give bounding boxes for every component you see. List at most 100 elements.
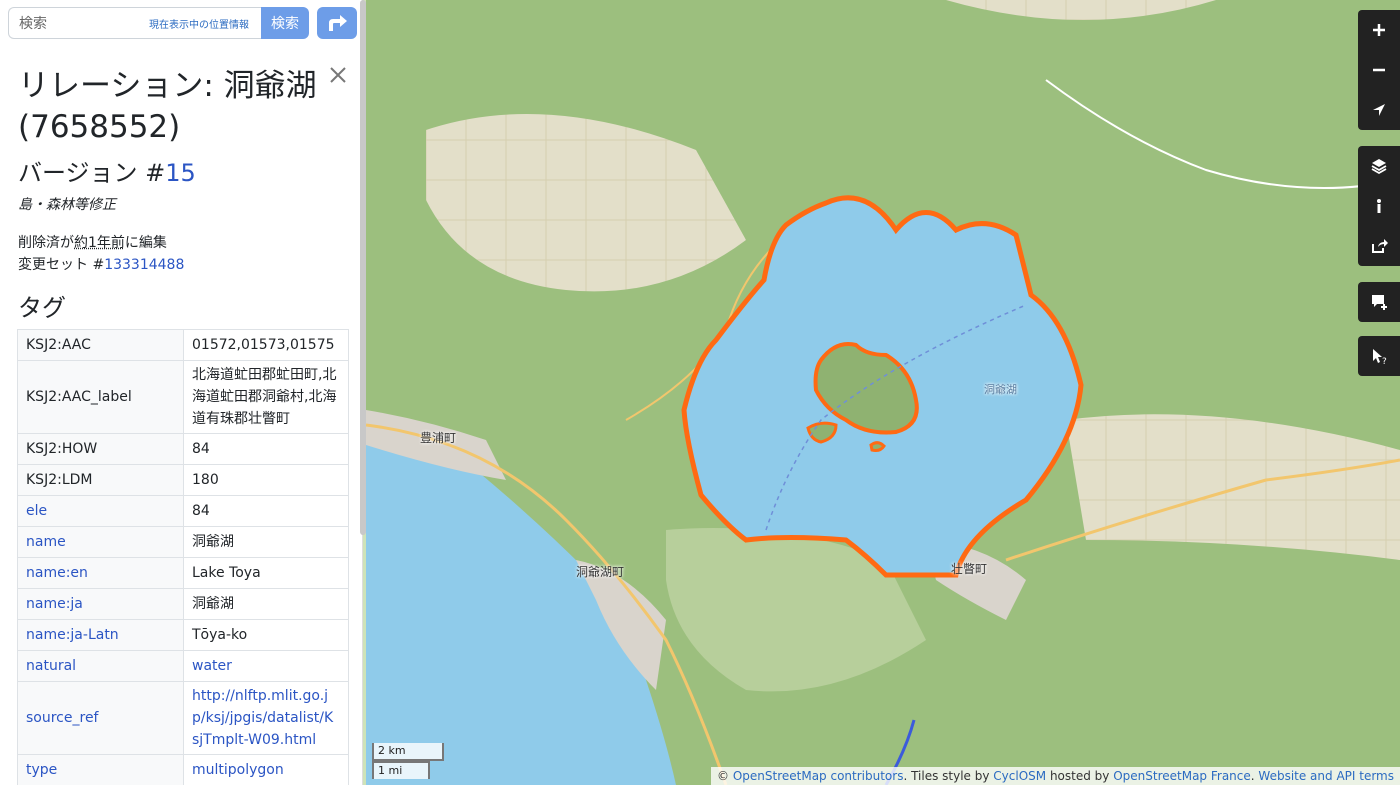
query-features-icon: ? [1373,349,1387,365]
label-toyako-town: 洞爺湖町 [576,565,625,579]
tag-key-text[interactable]: source_ref [26,710,98,726]
attribution: © OpenStreetMap contributors. Tiles styl… [711,767,1400,785]
tag-key-text[interactable]: name:ja-Latn [26,627,119,643]
add-note-button[interactable] [1358,282,1400,322]
tag-key-text: KSJ2:AAC_label [26,389,132,405]
deleted-text-post: に編集 [124,235,167,251]
close-icon[interactable] [327,64,349,86]
tag-value: 北海道虻田郡虻田町,北海道虻田郡洞爺村,北海道有珠郡壮瞥町 [183,360,349,434]
tag-value: 洞爺湖 [183,526,349,558]
changeset-prefix: 変更セット # [18,257,105,273]
cyclosm-link[interactable]: CyclOSM [993,769,1046,783]
tag-row: KSJ2:AAC_label 北海道虻田郡虻田町,北海道虻田郡洞爺村,北海道有珠郡… [17,360,349,434]
scale-metric: 2 km [372,743,444,761]
tag-value: http://nlftp.mlit.go.jp/ksj/jpgis/datali… [183,681,349,755]
note-controls [1358,282,1400,322]
tag-key-text[interactable]: name:en [26,565,88,581]
query-features-button[interactable]: ? [1358,336,1400,376]
tag-key-text[interactable]: name:ja [26,596,83,612]
tag-value-text[interactable]: multipolygon [192,762,284,778]
tag-value-text: 01572,01573,01575 [192,337,335,353]
tag-value: water [183,650,349,682]
zoom-in-button[interactable] [1358,10,1400,50]
tag-row: type multipolygon [17,754,349,785]
tag-key-text[interactable]: ele [26,503,47,519]
info-icon [1377,199,1381,213]
locate-button[interactable] [1358,90,1400,130]
label-lake: 洞爺湖 [984,383,1017,396]
add-note-icon [1372,295,1387,310]
query-controls: ? [1358,336,1400,376]
tag-row: name:en Lake Toya [17,557,349,589]
tag-row: name:ja 洞爺湖 [17,588,349,620]
tag-row: ele 84 [17,495,349,527]
search-button[interactable]: 検索 [261,7,309,39]
tag-key-text: KSJ2:AAC [26,337,91,353]
directions-button[interactable] [317,7,357,39]
tag-row: KSJ2:HOW 84 [17,433,349,465]
tag-key: KSJ2:LDM [17,464,184,496]
tag-key-text: KSJ2:LDM [26,472,93,488]
where-am-i-link[interactable]: 現在表示中の位置情報 [149,16,249,31]
tag-key: name:ja-Latn [17,619,184,651]
tag-value-text: Tōya-ko [192,627,248,643]
tag-value-text: 180 [192,472,219,488]
tag-key: source_ref [17,681,184,755]
tag-value: 01572,01573,01575 [183,329,349,361]
tag-key: type [17,754,184,785]
tag-key: name [17,526,184,558]
attribution-tiles-style: . Tiles style by [903,769,994,783]
tag-key-text[interactable]: name [26,534,66,550]
tag-row: KSJ2:LDM 180 [17,464,349,496]
tag-value: multipolygon [183,754,349,785]
map[interactable]: 豊浦町 洞爺湖町 壮瞥町 洞爺湖 ? 2 km 1 mi © OpenStree… [366,0,1400,785]
osm-france-link[interactable]: OpenStreetMap France [1113,769,1251,783]
deleted-time: 約1年前 [74,235,125,251]
tag-key-text[interactable]: type [26,762,57,778]
tag-value-text: Lake Toya [192,565,261,581]
tag-key-text: KSJ2:HOW [26,441,98,457]
deleted-text-pre: 削除済が [18,235,74,251]
tag-value: 84 [183,495,349,527]
osm-contributors-link[interactable]: OpenStreetMap contributors [733,769,904,783]
minus-icon [1373,68,1385,72]
zoom-out-button[interactable] [1358,50,1400,90]
tag-value-text: 84 [192,503,210,519]
map-key-button[interactable] [1358,186,1400,226]
tag-row: source_ref http://nlftp.mlit.go.jp/ksj/jp… [17,681,349,755]
tag-key: KSJ2:HOW [17,433,184,465]
tag-value-text: 84 [192,441,210,457]
directions-icon [329,15,347,31]
zoom-controls [1358,10,1400,130]
feature-title: リレーション: 洞爺湖 (7658552) [18,68,317,145]
share-icon [1372,239,1388,253]
plus-icon [1373,24,1385,36]
attribution-hosted-by: hosted by [1046,769,1114,783]
terms-link[interactable]: Website and API terms [1258,769,1394,783]
share-button[interactable] [1358,226,1400,266]
tag-value-text[interactable]: http://nlftp.mlit.go.jp/ksj/jpgis/datali… [192,688,333,748]
svg-text:?: ? [1382,357,1387,365]
version-prefix: バージョン # [18,159,166,187]
attribution-copyright: © [717,769,733,783]
version-link[interactable]: 15 [165,159,196,187]
deleted-info: 削除済が約1年前に編集 [18,232,167,252]
tag-row: KSJ2:AAC 01572,01573,01575 [17,329,349,361]
changeset-link[interactable]: 133314488 [104,257,184,273]
changeset-comment: 島・森林等修正 [18,197,116,213]
tag-value-text[interactable]: water [192,658,232,674]
label-toyoura: 豊浦町 [420,431,457,445]
scale-bar: 2 km 1 mi [372,743,444,779]
layers-button[interactable] [1358,146,1400,186]
location-arrow-icon [1373,104,1385,116]
layer-controls [1358,146,1400,266]
layers-icon [1371,159,1387,175]
changeset-info: 変更セット #133314488 [18,254,184,274]
search-input[interactable] [17,12,141,36]
tag-key: name:ja [17,588,184,620]
label-sobetsu: 壮瞥町 [951,562,988,576]
scale-imperial: 1 mi [372,761,430,779]
tag-value: Lake Toya [183,557,349,589]
tag-value: 180 [183,464,349,496]
tag-key-text[interactable]: natural [26,658,76,674]
